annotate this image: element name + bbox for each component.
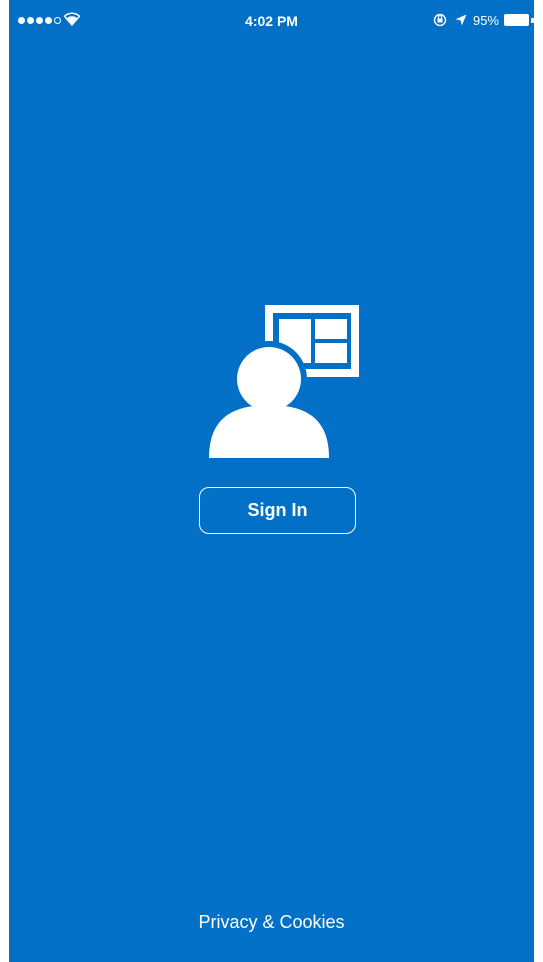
battery-icon <box>504 14 534 26</box>
location-arrow-icon <box>455 14 467 26</box>
rotation-lock-icon <box>433 13 447 27</box>
sign-in-button[interactable]: Sign In <box>199 487 356 534</box>
battery-percent: 95% <box>472 12 499 28</box>
privacy-cookies-link[interactable]: Privacy & Cookies <box>9 912 534 933</box>
user-with-dashboard-icon <box>209 305 359 458</box>
status-bar: 4:02 PM 95% <box>9 0 534 44</box>
status-right-group: 95% <box>433 12 534 28</box>
app-screen: 4:02 PM 95% Sign In Privacy & Cookies <box>9 0 534 962</box>
